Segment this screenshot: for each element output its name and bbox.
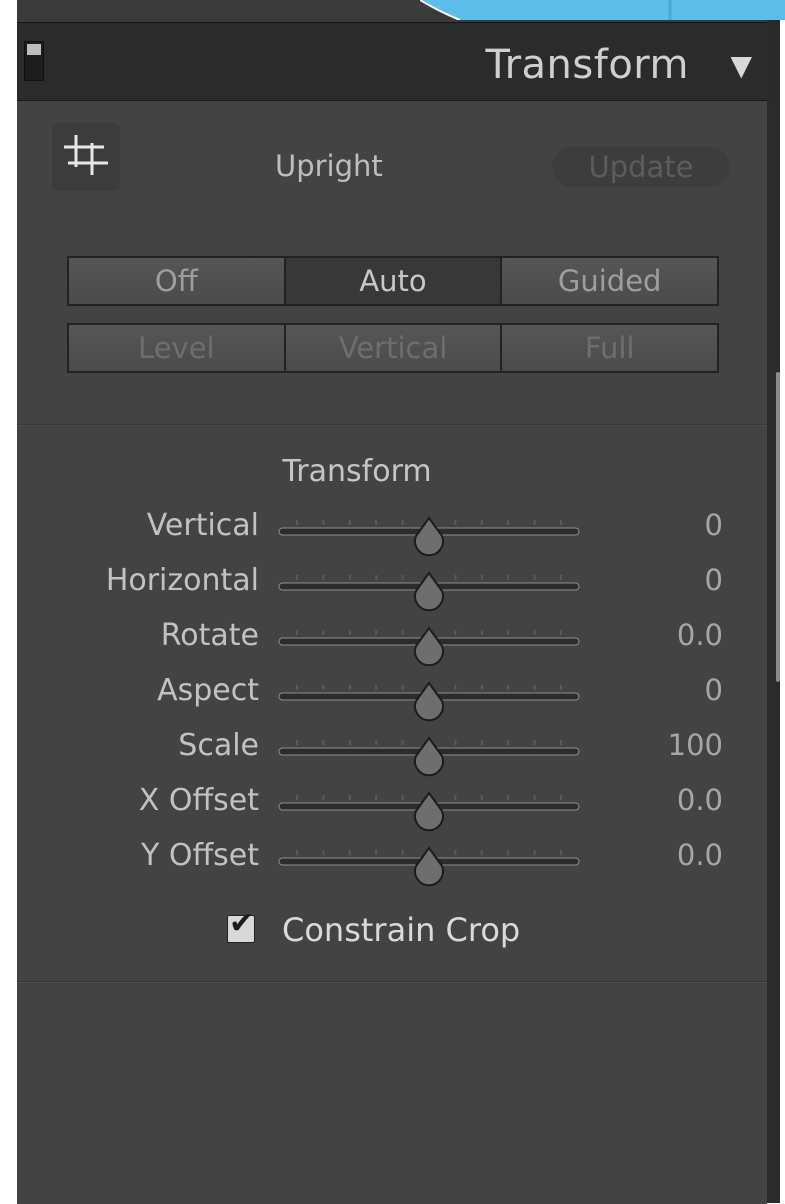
slider-row-y-offset: Y Offset 0.0	[17, 836, 767, 887]
slider-value[interactable]: 0	[705, 673, 723, 707]
crop-grid-icon[interactable]	[52, 123, 120, 191]
slider-thumb[interactable]	[414, 681, 444, 722]
slider-row-x-offset: X Offset 0.0	[17, 781, 767, 832]
slider-value[interactable]: 100	[668, 728, 723, 762]
checkmark-icon: ✔	[229, 906, 255, 941]
slider-value[interactable]: 0.0	[677, 618, 723, 652]
constrain-crop-label: Constrain Crop	[282, 911, 521, 949]
x-offset-slider[interactable]	[278, 791, 580, 835]
constrain-crop-checkbox[interactable]: ✔	[227, 909, 255, 943]
panel-on-off-switch[interactable]	[24, 41, 44, 81]
slider-thumb[interactable]	[414, 571, 444, 612]
upright-mode-row-1: Off Auto Guided	[67, 256, 719, 306]
slider-thumb[interactable]	[414, 846, 444, 887]
panel-header[interactable]: Transform ▼	[17, 24, 767, 100]
upright-label: Upright	[275, 149, 383, 183]
upright-off-button[interactable]: Off	[69, 258, 284, 304]
slider-thumb[interactable]	[414, 626, 444, 667]
upright-mode-row-2: Level Vertical Full	[67, 323, 719, 373]
upright-full-button[interactable]: Full	[502, 325, 718, 371]
slider-row-rotate: Rotate 0.0	[17, 616, 767, 667]
y-offset-slider[interactable]	[278, 846, 580, 890]
slider-label: Vertical	[146, 508, 259, 543]
horizontal-slider[interactable]	[278, 571, 580, 615]
upright-auto-button[interactable]: Auto	[285, 258, 501, 304]
section-divider	[17, 981, 767, 983]
slider-value[interactable]: 0	[705, 563, 723, 597]
slider-value[interactable]: 0.0	[677, 838, 723, 872]
slider-thumb[interactable]	[414, 736, 444, 777]
aspect-slider[interactable]	[278, 681, 580, 725]
transform-section-title: Transform	[282, 454, 432, 489]
slider-label: Y Offset	[141, 838, 259, 873]
slider-thumb[interactable]	[414, 516, 444, 557]
slider-label: Horizontal	[105, 563, 259, 598]
rotate-slider[interactable]	[278, 626, 580, 670]
slider-value[interactable]: 0.0	[677, 783, 723, 817]
vertical-slider[interactable]	[278, 516, 580, 560]
slider-label: Aspect	[157, 673, 259, 708]
slider-label: X Offset	[138, 783, 259, 818]
slider-row-horizontal: Horizontal 0	[17, 561, 767, 612]
scrollbar-thumb[interactable]	[776, 372, 780, 682]
slider-row-scale: Scale 100	[17, 726, 767, 777]
slider-value[interactable]: 0	[705, 508, 723, 542]
transform-panel: Upright Update Off Auto Guided Level Vertic…	[17, 100, 767, 1204]
slider-label: Scale	[178, 728, 259, 763]
upright-level-button[interactable]: Level	[69, 325, 284, 371]
upright-vertical-button[interactable]: Vertical	[285, 325, 501, 371]
slider-thumb[interactable]	[414, 791, 444, 832]
section-divider	[17, 424, 767, 426]
update-button[interactable]: Update	[552, 147, 730, 187]
panel-title: Transform	[485, 42, 689, 88]
background-decoration	[420, 0, 785, 20]
slider-label: Rotate	[160, 618, 259, 653]
upright-guided-button[interactable]: Guided	[502, 258, 718, 304]
slider-row-aspect: Aspect 0	[17, 671, 767, 722]
slider-row-vertical: Vertical 0	[17, 506, 767, 557]
scale-slider[interactable]	[278, 736, 580, 780]
triangle-down-icon[interactable]: ▼	[730, 52, 752, 80]
